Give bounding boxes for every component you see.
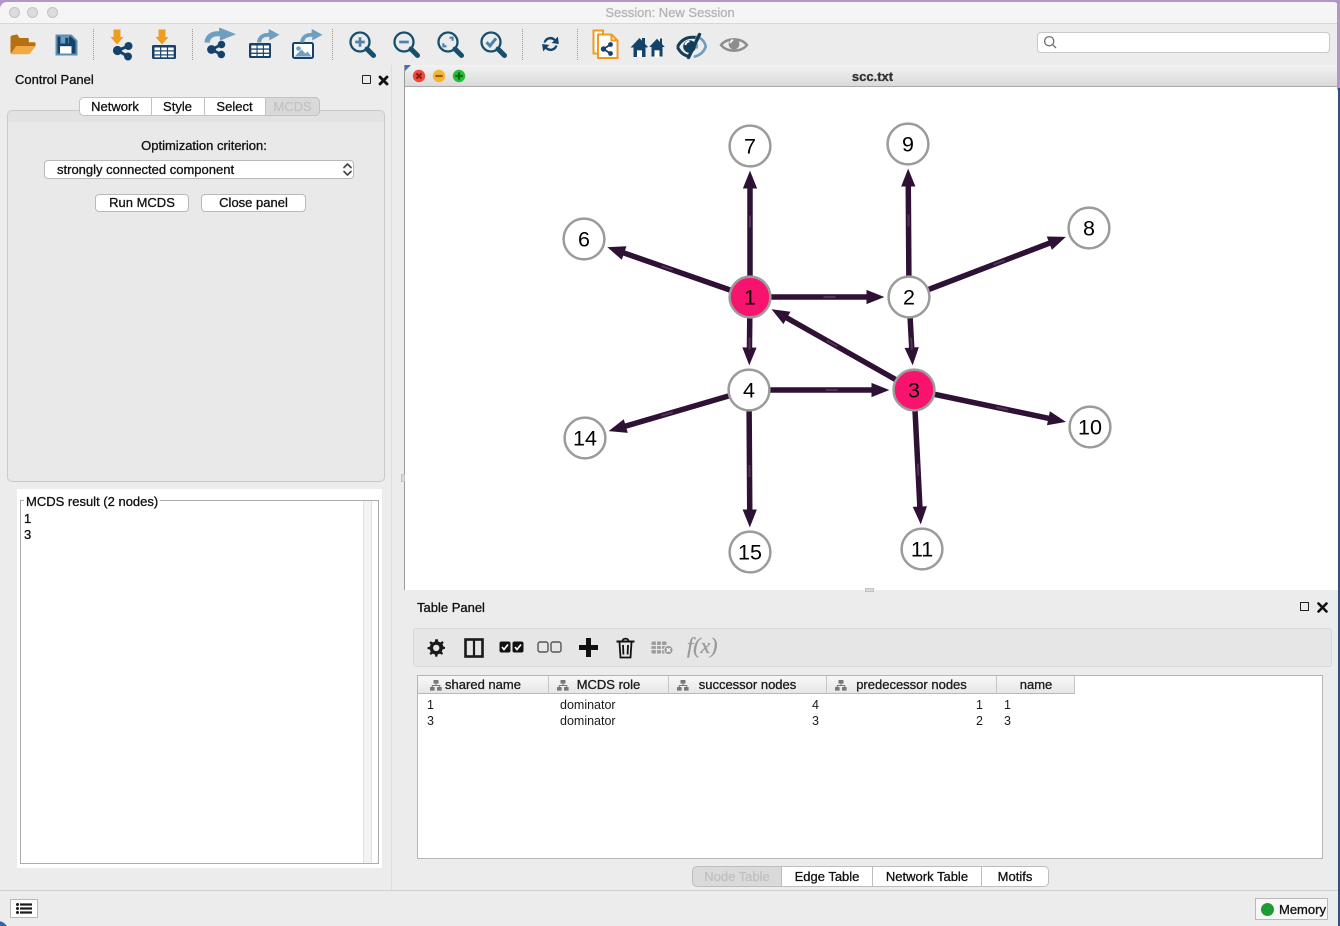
svg-text:9: 9	[902, 133, 914, 157]
svg-text:7: 7	[744, 135, 756, 159]
svg-text:1: 1	[744, 286, 756, 310]
svg-text:14: 14	[573, 427, 597, 451]
svg-text:8: 8	[1083, 217, 1095, 241]
svg-text:10: 10	[1078, 416, 1102, 440]
svg-text:3: 3	[908, 379, 920, 403]
svg-text:15: 15	[738, 541, 762, 565]
svg-text:4: 4	[743, 379, 755, 403]
svg-text:6: 6	[578, 228, 590, 252]
svg-text:11: 11	[911, 538, 933, 562]
svg-text:2: 2	[903, 286, 915, 310]
